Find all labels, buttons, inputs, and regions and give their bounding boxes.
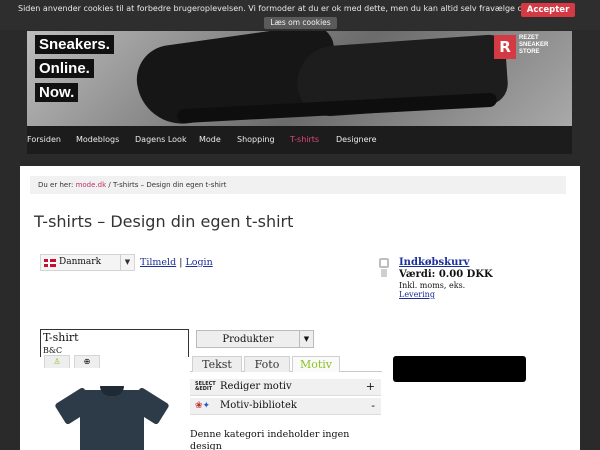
tab-foto[interactable]: Foto bbox=[244, 356, 290, 372]
zoom-icon[interactable]: ⊕ bbox=[74, 355, 100, 368]
shopping-bag-icon bbox=[378, 258, 390, 278]
slogan-line: Now. bbox=[35, 83, 79, 102]
nav-item-shopping[interactable]: Shopping bbox=[237, 126, 275, 154]
cart-vat-note: Inkl. moms, eks. bbox=[399, 281, 466, 290]
nav-item-dagens-look[interactable]: Dagens Look bbox=[135, 126, 187, 154]
color-view-icon[interactable]: ♙ bbox=[44, 355, 70, 368]
edit-motif-label: Rediger motiv bbox=[220, 381, 292, 392]
motif-library-label: Motiv-bibliotek bbox=[220, 400, 297, 411]
motif-library-row[interactable]: ❀✦ Motiv-bibliotek - bbox=[190, 398, 381, 415]
main-content: Du er her: mode.dk / T-shirts – Design d… bbox=[20, 166, 580, 450]
breadcrumb-separator: / bbox=[108, 181, 111, 189]
breadcrumb-prefix: Du er her: bbox=[38, 181, 74, 189]
nav-item-designere[interactable]: Designere bbox=[336, 126, 377, 154]
motif-library-icon: ❀✦ bbox=[195, 401, 211, 411]
register-link[interactable]: Tilmeld bbox=[140, 257, 176, 268]
cart-link[interactable]: Indkøbskurv bbox=[399, 257, 469, 268]
product-name: T-shirt bbox=[43, 331, 79, 344]
page-title: T-shirts – Design din egen t-shirt bbox=[34, 212, 294, 231]
cart-value: Værdi: 0.00 DKK bbox=[399, 269, 493, 280]
main-navigation: Forsiden Modeblogs Dagens Look Mode Shop… bbox=[27, 126, 572, 154]
checkout-box[interactable] bbox=[393, 356, 526, 382]
cookie-bar: Siden anvender cookies til at forbedre b… bbox=[0, 0, 600, 30]
nav-item-mode[interactable]: Mode bbox=[199, 126, 221, 154]
category-empty-note: Denne kategori indeholder ingen design bbox=[190, 429, 350, 450]
tab-motiv[interactable]: Motiv bbox=[292, 356, 340, 372]
auth-links: Tilmeld | Login bbox=[140, 257, 213, 268]
tab-tekst[interactable]: Tekst bbox=[192, 356, 242, 372]
breadcrumb-current: T-shirts – Design din egen t-shirt bbox=[112, 181, 227, 189]
read-about-cookies-button[interactable]: Læs om cookies bbox=[264, 17, 337, 29]
select-edit-icon: SELECT &EDIT bbox=[195, 381, 216, 392]
brand-name: REZET SNEAKER STORE bbox=[519, 35, 549, 55]
chevron-down-icon: ▼ bbox=[299, 331, 313, 347]
cookie-notice-text: Siden anvender cookies til at forbedre b… bbox=[18, 4, 551, 13]
products-dropdown[interactable]: Produkter ▼ bbox=[196, 330, 314, 348]
auth-separator: | bbox=[179, 257, 183, 268]
breadcrumb-home-link[interactable]: mode.dk bbox=[76, 181, 107, 189]
breadcrumb: Du er her: mode.dk / T-shirts – Design d… bbox=[30, 176, 566, 194]
country-select-value: Danmark bbox=[59, 257, 102, 267]
nav-item-t-shirts[interactable]: T-shirts bbox=[290, 126, 319, 154]
tshirt-preview[interactable] bbox=[50, 380, 180, 450]
product-info: T-shirt B&C bbox=[40, 329, 189, 357]
delivery-link[interactable]: Levering bbox=[399, 290, 435, 299]
header-banner[interactable]: Sneakers. Online. Now. R REZET SNEAKER S… bbox=[27, 31, 572, 126]
edit-motif-row[interactable]: SELECT &EDIT Rediger motiv + bbox=[190, 379, 381, 396]
collapse-icon[interactable]: - bbox=[371, 398, 375, 414]
accept-cookies-button[interactable]: Accepter bbox=[521, 3, 575, 17]
nav-item-forsiden[interactable]: Forsiden bbox=[27, 126, 61, 154]
nav-item-modeblogs[interactable]: Modeblogs bbox=[76, 126, 119, 154]
country-select[interactable]: Danmark ▼ bbox=[40, 254, 135, 271]
slogan-line: Online. bbox=[35, 59, 94, 78]
chevron-down-icon: ▼ bbox=[120, 255, 134, 270]
products-dropdown-label: Produkter bbox=[222, 334, 274, 345]
slogan-line: Sneakers. bbox=[35, 35, 114, 54]
rezet-logo-icon: R bbox=[494, 35, 516, 59]
expand-icon[interactable]: + bbox=[366, 379, 375, 395]
product-brand: B&C bbox=[43, 346, 63, 355]
brand-logo[interactable]: R REZET SNEAKER STORE bbox=[494, 34, 568, 64]
flag-dk-icon bbox=[44, 259, 56, 267]
login-link[interactable]: Login bbox=[185, 257, 212, 268]
